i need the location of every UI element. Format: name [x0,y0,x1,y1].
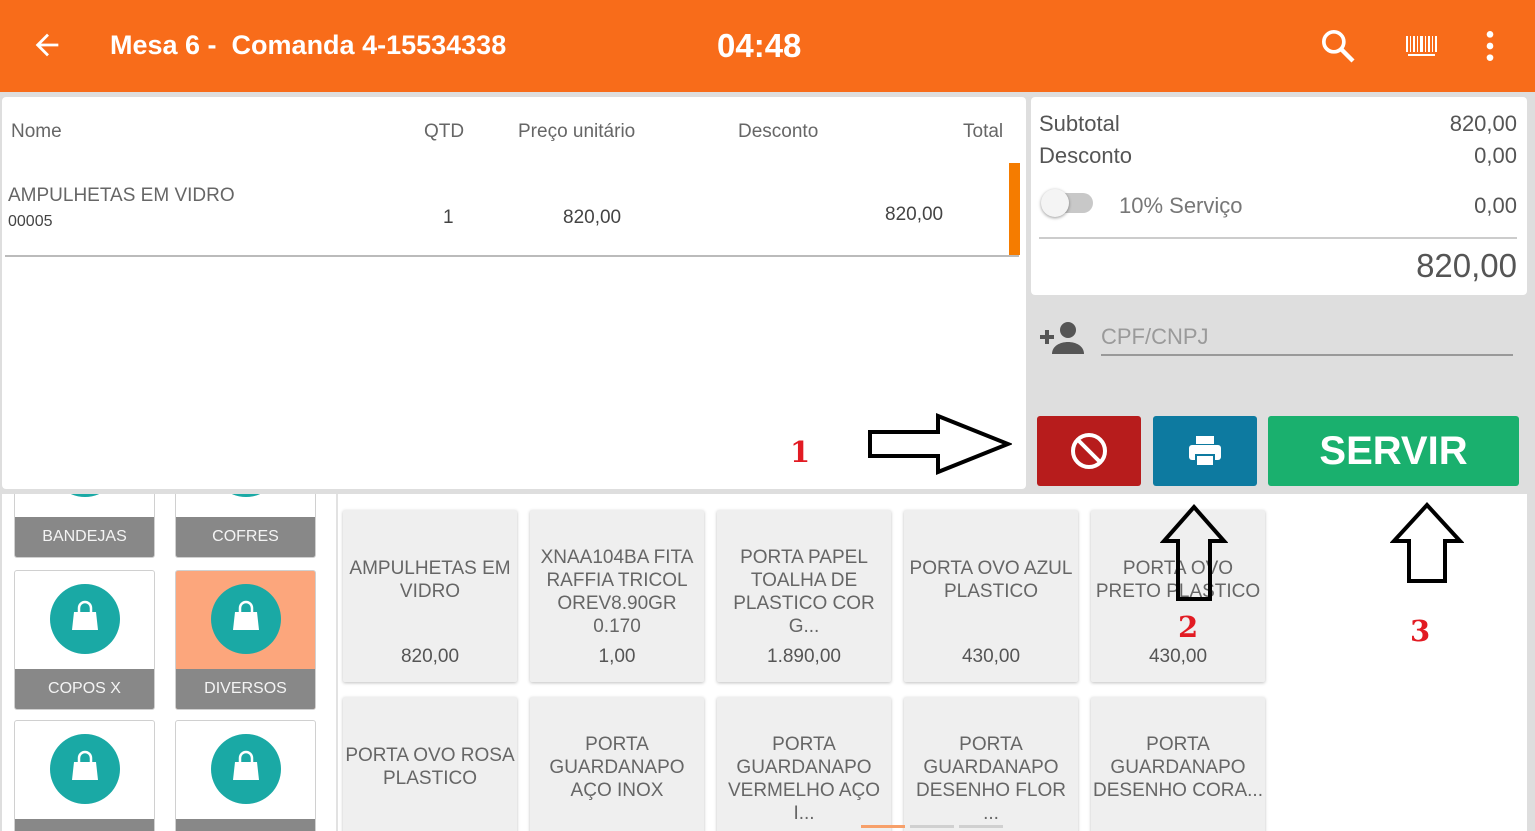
product-name: PORTA GUARDANAPO VERMELHO AÇO I... [727,734,881,824]
product-price: 1,00 [598,646,636,667]
category-label: BANDEJAS [15,517,154,557]
item-qty: 1 [443,207,454,228]
product-tile[interactable]: AMPULHETAS EM VIDRO 820,00 [343,510,517,682]
products-grid: AMPULHETAS EM VIDRO 820,00 XNAA104BA FIT… [338,494,1527,831]
totals-card: Subtotal 820,00 Desconto 0,00 10% Serviç… [1031,97,1527,295]
product-name: PORTA GUARDANAPO AÇO INOX [549,734,685,801]
timer: 04:48 [717,27,802,64]
cpf-cnpj-input[interactable] [1101,320,1513,356]
annotation-number-1: 1 [790,435,811,469]
shopping-bag-icon [211,494,281,497]
row-selection-marker [1009,163,1020,255]
product-name: PORTA OVO ROSA PLASTICO [345,745,515,789]
print-icon [1189,436,1221,467]
product-name: PORTA PAPEL TOALHA DE PLASTICO COR G... [733,547,875,637]
discount-value: 0,00 [1474,143,1517,168]
product-name: PORTA GUARDANAPO DESENHO FLOR ... [916,734,1066,824]
product-price: 430,00 [1148,646,1208,667]
shopping-bag-icon [211,584,281,654]
barcode-icon[interactable] [1402,26,1442,66]
service-toggle[interactable] [1041,189,1093,217]
subtotal-value: 820,00 [1449,111,1517,136]
item-total: 820,00 [885,204,944,225]
service-label: 10% Serviço [1119,193,1243,218]
column-header-unit-price: Preço unitário [518,121,636,142]
item-unit-price: 820,00 [563,207,622,228]
print-button[interactable] [1153,416,1257,486]
more-vert-icon[interactable] [1470,26,1510,66]
product-name: PORTA GUARDANAPO DESENHO CORA... [1093,734,1263,801]
page-indicator[interactable] [959,825,1003,828]
page-indicator-active[interactable] [861,825,905,828]
discount-label: Desconto [1039,143,1132,168]
item-name: AMPULHETAS EM VIDRO [8,185,235,206]
column-header-total: Total [963,121,1004,142]
column-header-name: Nome [11,121,62,142]
page-title: Mesa 6 - Comanda 4-15534338 [110,30,507,60]
category-tile[interactable] [14,720,155,831]
category-label [176,819,315,831]
shopping-bag-icon [50,734,120,804]
category-tile[interactable]: COFRES [175,494,316,558]
category-label: COFRES [176,517,315,557]
product-name: XNAA104BA FITA RAFFIA TRICOL OREV8.90GR … [540,547,694,637]
page-indicator[interactable] [910,825,954,828]
product-tile[interactable]: PORTA GUARDANAPO DESENHO FLOR ... [904,697,1078,831]
product-price: 1.890,00 [767,646,841,667]
search-icon[interactable] [1318,26,1358,66]
shopping-bag-icon [211,734,281,804]
product-tile[interactable]: PORTA OVO AZUL PLASTICO 430,00 [904,510,1078,682]
product-tile[interactable]: PORTA GUARDANAPO AÇO INOX [530,697,704,831]
category-label [15,819,154,831]
category-label: DIVERSOS [176,669,315,709]
annotation-arrow-right [868,413,1012,475]
product-tile[interactable]: PORTA GUARDANAPO DESENHO CORA... [1091,697,1265,831]
back-arrow-icon[interactable] [30,28,64,62]
category-tile[interactable] [175,720,316,831]
product-tile[interactable]: PORTA OVO ROSA PLASTICO [343,697,517,831]
category-label: COPOS X [15,669,154,709]
shopping-bag-icon [50,584,120,654]
serve-button[interactable]: SERVIR [1268,416,1519,486]
product-name: PORTA OVO AZUL PLASTICO [909,558,1073,602]
add-person-icon[interactable] [1038,320,1086,356]
toggle-knob [1041,189,1069,217]
product-tile[interactable]: XNAA104BA FITA RAFFIA TRICOL OREV8.90GR … [530,510,704,682]
cancel-order-button[interactable] [1037,416,1141,486]
annotation-arrow-up [1160,503,1228,601]
annotation-number-2: 2 [1178,610,1199,644]
row-divider [5,255,1019,257]
column-header-discount: Desconto [738,121,819,142]
grand-total: 820,00 [1416,247,1517,284]
product-tile[interactable]: PORTA GUARDANAPO VERMELHO AÇO I... [717,697,891,831]
subtotal-label: Subtotal [1039,111,1120,136]
category-tile[interactable]: DIVERSOS [175,570,316,710]
annotation-arrow-up [1390,502,1464,583]
item-code: 00005 [8,213,53,230]
service-value: 0,00 [1474,193,1517,218]
totals-divider [1039,237,1517,239]
product-price: 430,00 [961,646,1021,667]
product-tile[interactable]: PORTA PAPEL TOALHA DE PLASTICO COR G... … [717,510,891,682]
category-tile[interactable]: COPOS X [14,570,155,710]
shopping-bag-icon [50,494,120,497]
categories-panel: BANDEJAS COFRES COPOS X DIVERSOS [2,494,336,831]
block-icon [1071,433,1107,469]
product-name: AMPULHETAS EM VIDRO [349,558,511,602]
annotation-number-3: 3 [1410,614,1431,648]
category-tile[interactable]: BANDEJAS [14,494,155,558]
app-bar: Mesa 6 - Comanda 4-15534338 04:48 [0,0,1535,92]
column-header-qty: QTD [424,121,465,142]
product-price: 820,00 [400,646,460,667]
